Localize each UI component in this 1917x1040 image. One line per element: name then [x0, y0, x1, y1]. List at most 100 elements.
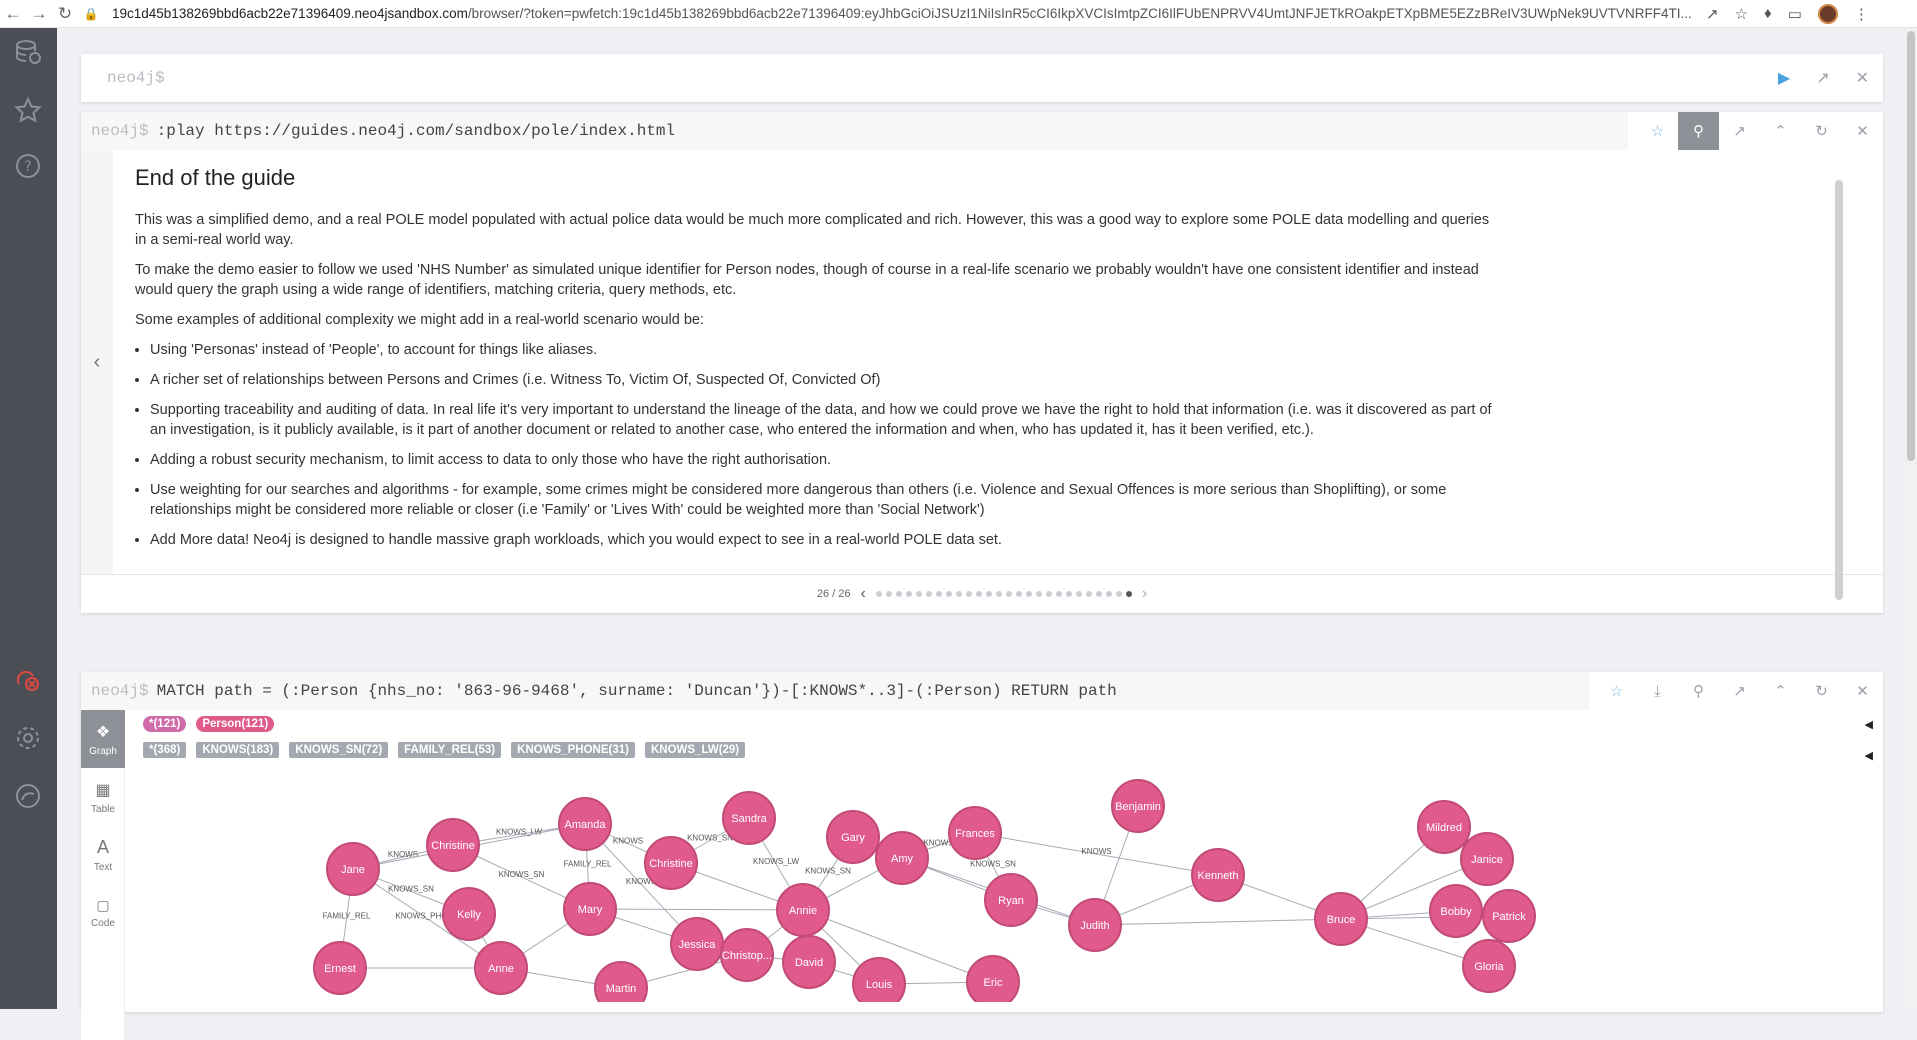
database-icon[interactable]	[12, 36, 44, 68]
slide-dot[interactable]	[965, 590, 972, 597]
fullscreen-icon[interactable]: ↗	[1719, 112, 1760, 150]
graph-svg[interactable]: KNOWSKNOWS_SNFAMILY_REL KNOWS_PHONEKNOWS_…	[125, 756, 1883, 1002]
guide-bullet: Adding a robust security mechanism, to l…	[150, 450, 1495, 470]
guide-scrollbar[interactable]	[1835, 180, 1843, 600]
page-scrollbar[interactable]	[1905, 28, 1917, 1009]
frame-command-text: MATCH path = (:Person {nhs_no: '863-96-9…	[156, 682, 1117, 700]
slide-dot[interactable]	[1115, 590, 1122, 597]
relationship-label: KNOWS_LW	[753, 857, 800, 866]
download-icon[interactable]: ⤓	[1637, 672, 1678, 710]
person-node[interactable]	[594, 961, 648, 1002]
collapse-icon[interactable]: ⌃	[1760, 112, 1801, 150]
slide-dot[interactable]	[915, 590, 922, 597]
relationship-label: KNOWS_SN	[687, 834, 733, 843]
slide-dot[interactable]	[1105, 590, 1112, 597]
back-icon[interactable]: ←	[0, 1, 26, 27]
frame-command[interactable]: neo4j$:play https://guides.neo4j.com/san…	[81, 112, 1628, 150]
clear-close-icon[interactable]: ✕	[1856, 68, 1869, 88]
person-node-label: Mildred	[1426, 822, 1462, 834]
disconnected-database-icon[interactable]	[12, 664, 44, 696]
legend-collapse-icon[interactable]: ◀	[1865, 718, 1873, 731]
guide-bullet: Add More data! Neo4j is designed to hand…	[150, 530, 1495, 550]
extensions-icon[interactable]: ♦	[1764, 5, 1772, 22]
slide-dot[interactable]	[935, 590, 942, 597]
label-chip-person[interactable]: Person(121)	[196, 716, 275, 732]
code-view-tab[interactable]: ▢ Code	[81, 884, 125, 942]
help-icon[interactable]: ?	[12, 150, 44, 182]
relationship-edge[interactable]	[589, 908, 804, 911]
person-node-label: Bobby	[1440, 906, 1472, 918]
table-view-tab[interactable]: ▦ Table	[81, 768, 125, 826]
slide-dot[interactable]	[1035, 590, 1042, 597]
slide-dot[interactable]	[955, 590, 962, 597]
run-play-icon[interactable]: ▶	[1778, 68, 1790, 88]
favorite-star-icon[interactable]: ☆	[1637, 112, 1678, 150]
slide-dot[interactable]	[975, 590, 982, 597]
slide-dot[interactable]	[1065, 590, 1072, 597]
frame-prompt: neo4j$	[91, 122, 149, 140]
profile-avatar[interactable]	[1817, 3, 1838, 24]
slide-dot[interactable]	[905, 590, 912, 597]
label-chip-all[interactable]: *(121)	[143, 716, 187, 732]
slide-dot[interactable]	[1015, 590, 1022, 597]
guide-bullet: A richer set of relationships between Pe…	[150, 370, 1495, 390]
slide-dot[interactable]	[895, 590, 902, 597]
editor-prompt: neo4j$	[107, 69, 165, 87]
page-indicator: 26 / 26	[816, 587, 851, 600]
relationship-edge[interactable]	[1094, 918, 1342, 926]
slide-dot[interactable]	[1075, 590, 1082, 597]
slide-dot[interactable]	[1055, 590, 1062, 597]
favorite-star-icon[interactable]: ☆	[1596, 672, 1637, 710]
slide-dot[interactable]	[875, 590, 882, 597]
bookmark-star-icon[interactable]: ☆	[1735, 5, 1748, 23]
close-frame-icon[interactable]: ✕	[1842, 672, 1883, 710]
slide-dot[interactable]	[1125, 590, 1132, 597]
slide-dot[interactable]	[945, 590, 952, 597]
graph-view-tab[interactable]: ❖ Graph	[81, 710, 125, 768]
prev-page-arrow-icon[interactable]: ‹	[860, 585, 865, 603]
share-icon[interactable]: ↗	[1706, 5, 1719, 23]
slide-dot[interactable]	[985, 590, 992, 597]
next-page-arrow-icon[interactable]: ›	[1142, 585, 1147, 603]
close-frame-icon[interactable]: ✕	[1842, 112, 1883, 150]
about-neo4j-icon[interactable]	[12, 780, 44, 812]
text-view-tab[interactable]: A Text	[81, 826, 125, 884]
forward-icon[interactable]: →	[26, 1, 52, 27]
fullscreen-icon[interactable]: ↗	[1719, 672, 1760, 710]
person-node-label: Christop...	[722, 950, 772, 962]
app-sidebar: ?	[0, 28, 57, 1009]
sidepanel-icon[interactable]: ▭	[1788, 5, 1802, 23]
slide-dot[interactable]	[925, 590, 932, 597]
person-node-label: Judith	[1080, 920, 1109, 932]
graph-canvas[interactable]: KNOWS KNOWS_SN FAMILY_REL KNOWS_PHONE KNOWS_…	[125, 756, 1883, 1002]
slide-dot[interactable]	[1025, 590, 1032, 597]
query-editor[interactable]: neo4j$ ▶ ↗ ✕	[81, 54, 1883, 102]
frame-prompt: neo4j$	[91, 682, 149, 700]
menu-icon[interactable]: ⋮	[1854, 5, 1869, 23]
slide-dot[interactable]	[885, 590, 892, 597]
slide-dot[interactable]	[1045, 590, 1052, 597]
expand-icon[interactable]: ↗	[1816, 68, 1829, 88]
page-scrollbar-thumb[interactable]	[1907, 31, 1915, 461]
slide-dot[interactable]	[1085, 590, 1092, 597]
pin-icon[interactable]: ⚲	[1678, 672, 1719, 710]
rerun-icon[interactable]: ↻	[1801, 672, 1842, 710]
settings-gear-icon[interactable]	[12, 722, 44, 754]
pin-icon[interactable]: ⚲	[1678, 112, 1719, 150]
favorites-star-icon[interactable]	[12, 94, 44, 126]
rerun-icon[interactable]: ↻	[1801, 112, 1842, 150]
slide-dot[interactable]	[1005, 590, 1012, 597]
frame-command[interactable]: neo4j$ MATCH path = (:Person {nhs_no: '86…	[81, 672, 1589, 710]
collapse-icon[interactable]: ⌃	[1760, 672, 1801, 710]
previous-slide-button[interactable]: ‹	[81, 150, 113, 574]
text-tab-label: Text	[93, 862, 113, 873]
view-switcher: ❖ Graph ▦ Table A Text ▢ Code	[81, 710, 125, 1040]
slide-dot[interactable]	[1095, 590, 1102, 597]
address-bar[interactable]: 19c1d45b138269bbd6acb22e71396409.neo4jsa…	[112, 6, 1692, 21]
reload-icon[interactable]: ↻	[52, 1, 78, 27]
relationship-label: KNOWS_LW	[496, 828, 543, 837]
relationship-label: FAMILY_REL	[564, 860, 612, 869]
person-node-label: Jane	[341, 864, 365, 876]
guide-title: End of the guide	[135, 165, 296, 190]
slide-dot[interactable]	[995, 590, 1002, 597]
